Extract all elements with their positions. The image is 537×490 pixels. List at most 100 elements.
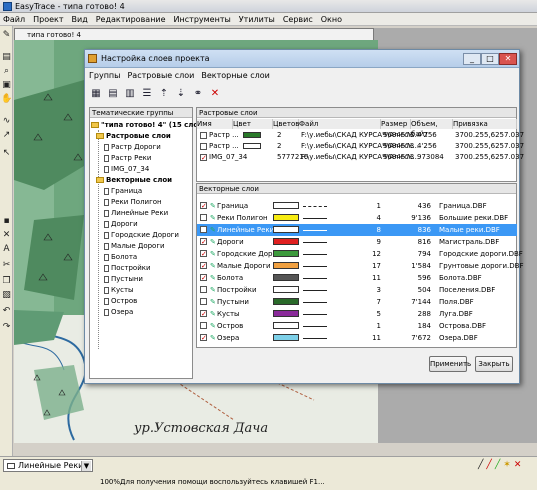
visibility-checkbox[interactable]: ✓ xyxy=(200,262,207,270)
table-row[interactable]: ✓ ✎ Городские Дороги 12 794 Городские дороги.… xyxy=(197,248,523,260)
col-name[interactable]: Имя xyxy=(197,119,233,129)
visibility-checkbox[interactable]: ✓ xyxy=(200,202,207,210)
select-icon[interactable]: ↖ xyxy=(1,148,12,159)
edit-icon[interactable]: ✎ xyxy=(210,215,216,222)
tree-item[interactable]: Малые Дороги xyxy=(104,241,165,251)
apply-button[interactable]: Применить xyxy=(429,356,471,372)
tree-item[interactable]: Дороги xyxy=(104,219,138,229)
delete-icon[interactable]: ✕ xyxy=(1,230,12,241)
line-style[interactable] xyxy=(303,218,327,219)
tree-item[interactable]: Постройки xyxy=(104,263,151,273)
menu-project[interactable]: Проект xyxy=(33,15,63,24)
tree-item[interactable]: Пустыни xyxy=(104,274,143,284)
table-row[interactable]: Растр ... 2 F:\у.иебы\СКАД КУРСАЧ\Ал+ск...… xyxy=(197,130,524,141)
table-row[interactable]: ✓ ✎ Кусты 5 288 Луга.DBF xyxy=(197,308,517,320)
tree-item[interactable]: Озера xyxy=(104,307,133,317)
link-icon[interactable]: ⚭ xyxy=(191,87,205,101)
edit-icon[interactable]: ✎ xyxy=(210,287,216,294)
table-row[interactable]: ✓ ✎ Малые Дороги 17 1'584 Грунтовые дороги.DB… xyxy=(197,260,524,272)
raster-color-swatch[interactable] xyxy=(243,143,261,149)
layer-color-swatch[interactable] xyxy=(273,310,299,317)
col-colors[interactable]: Цветов xyxy=(273,119,299,129)
node-icon[interactable]: ▪ xyxy=(1,216,12,227)
zoom-icon[interactable]: ⌕ xyxy=(1,66,12,77)
layer-color-swatch[interactable] xyxy=(273,322,299,329)
visibility-checkbox[interactable] xyxy=(200,322,207,329)
visibility-checkbox[interactable]: ✓ xyxy=(200,250,207,258)
chevron-down-icon[interactable]: ▼ xyxy=(81,461,91,471)
table-row[interactable]: ✎ Остров 1 184 Острова.DBF xyxy=(197,320,517,332)
add-raster-icon[interactable]: ▤ xyxy=(106,87,120,101)
line-tool-icon[interactable]: ╱ xyxy=(478,460,483,470)
new-group-icon[interactable]: ▦ xyxy=(89,87,103,101)
table-row[interactable]: ✎ Линейные Реки 8 836 Малые реки.DBF xyxy=(197,224,517,236)
edit-icon[interactable]: ✎ xyxy=(210,311,216,318)
text-icon[interactable]: A xyxy=(1,244,12,255)
star-icon[interactable]: ✶ xyxy=(503,460,511,470)
edit-icon[interactable]: ✎ xyxy=(210,203,216,210)
menu-file[interactable]: Файл xyxy=(3,15,25,24)
table-row[interactable]: ✎ Постройки 3 504 Поселения.DBF xyxy=(197,284,517,296)
cross-icon[interactable]: ✕ xyxy=(514,460,522,470)
current-layer-select[interactable]: Линейные Реки ▼ xyxy=(3,459,93,472)
tree-item[interactable]: Кусты xyxy=(104,285,134,295)
menu-groups[interactable]: Группы xyxy=(89,71,120,83)
layer-color-swatch[interactable] xyxy=(273,238,299,245)
pen-icon[interactable]: ✎ xyxy=(1,30,12,41)
col-color[interactable]: Цвет xyxy=(233,119,273,129)
layer-color-swatch[interactable] xyxy=(273,286,299,293)
visibility-checkbox[interactable] xyxy=(200,143,207,150)
tree-item[interactable]: Городские Дороги xyxy=(104,230,179,240)
move-down-icon[interactable]: ⇣ xyxy=(174,87,188,101)
layer-color-swatch[interactable] xyxy=(273,226,299,233)
paste-icon[interactable]: ▧ xyxy=(1,290,12,301)
tree-root[interactable]: "типа готово! 4" (15 слоев) xyxy=(91,120,211,130)
edit-icon[interactable]: ✎ xyxy=(210,227,216,234)
visibility-checkbox[interactable] xyxy=(200,298,207,305)
visibility-checkbox[interactable]: ✓ xyxy=(200,274,207,282)
visibility-checkbox[interactable] xyxy=(200,214,207,221)
edit-icon[interactable]: ✎ xyxy=(210,263,216,270)
table-row[interactable]: ✓ ✎ Болота 11 596 Болота.DBF xyxy=(197,272,517,284)
curve-icon[interactable]: ∿ xyxy=(1,116,12,127)
edit-icon[interactable]: ✎ xyxy=(210,335,216,342)
delete-layer-icon[interactable]: ✕ xyxy=(208,87,222,101)
tree-item[interactable]: IMG_07_34 xyxy=(104,164,149,174)
menu-utilities[interactable]: Утилиты xyxy=(239,15,275,24)
add-vector-icon[interactable]: ▥ xyxy=(123,87,137,101)
menu-service[interactable]: Сервис xyxy=(283,15,313,24)
close-window-button[interactable]: ✕ xyxy=(499,53,517,65)
layer-color-swatch[interactable] xyxy=(273,274,299,281)
table-row[interactable]: ✓ ✎ Озера 11 7'672 Озера.DBF xyxy=(197,332,517,344)
table-row[interactable]: ✓ ✎ Граница 1 436 Граница.DBF xyxy=(197,200,517,212)
tree-item[interactable]: Остров xyxy=(104,296,137,306)
visibility-checkbox[interactable] xyxy=(200,286,207,293)
visibility-checkbox[interactable]: ✓ xyxy=(200,238,207,246)
line-style[interactable] xyxy=(303,302,327,303)
edit-icon[interactable]: ✎ xyxy=(210,299,216,306)
close-button[interactable]: Закрыть xyxy=(475,356,513,372)
col-file[interactable]: Файл xyxy=(299,119,381,129)
edit-icon[interactable]: ✎ xyxy=(210,323,216,330)
table-row[interactable]: ✎ Пустыни 7 7'144 Поля.DBF xyxy=(197,296,517,308)
col-size[interactable]: Размер xyxy=(381,119,411,129)
red-line-icon[interactable]: ╱ xyxy=(486,460,491,470)
line-icon[interactable]: ↗ xyxy=(1,130,12,141)
layer-color-swatch[interactable] xyxy=(273,250,299,257)
tree-vector-group[interactable]: Векторные слои xyxy=(96,175,172,185)
menu-view[interactable]: Вид xyxy=(72,15,88,24)
layer-color-swatch[interactable] xyxy=(273,262,299,269)
line-style[interactable] xyxy=(303,326,327,327)
menu-raster-layers[interactable]: Растровые слои xyxy=(127,71,194,83)
visibility-checkbox[interactable]: ✓ xyxy=(200,154,207,162)
move-up-icon[interactable]: ⇡ xyxy=(157,87,171,101)
edit-icon[interactable]: ✎ xyxy=(210,251,216,258)
cut-icon[interactable]: ✂ xyxy=(1,260,12,271)
tree-item[interactable]: Линейные Реки xyxy=(104,208,168,218)
table-row[interactable]: ✓ ✎ Дороги 9 816 Магистраль.DBF xyxy=(197,236,517,248)
layer-color-swatch[interactable] xyxy=(273,298,299,305)
col-bytes[interactable]: Объем, байт xyxy=(411,119,453,138)
col-binding[interactable]: Привязка xyxy=(453,119,517,129)
redo-icon[interactable]: ↷ xyxy=(1,322,12,333)
green-line-icon[interactable]: ╱ xyxy=(495,460,500,470)
